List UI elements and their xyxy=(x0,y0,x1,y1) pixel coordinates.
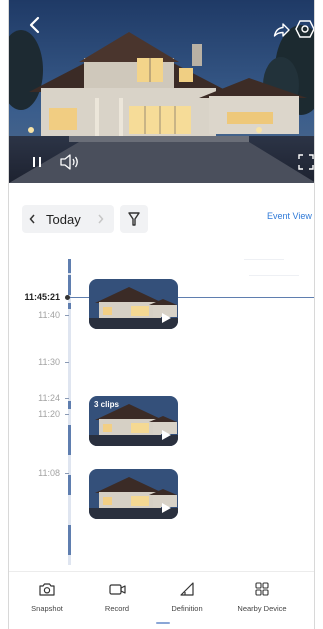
chevron-right-icon xyxy=(97,214,103,224)
next-day-button[interactable] xyxy=(90,205,110,233)
clip-thumbnail[interactable]: 3 clips xyxy=(89,396,178,446)
timeline-tick xyxy=(65,398,69,399)
snapshot-button[interactable]: Snapshot xyxy=(12,580,82,613)
app-frame: Today Event View 11:45:21 11:40 11:30 11… xyxy=(8,0,315,629)
timeline-tick xyxy=(65,315,69,316)
fullscreen-button[interactable] xyxy=(297,153,314,171)
clip-thumbnail[interactable] xyxy=(89,279,178,329)
event-timeline[interactable]: 11:45:21 11:40 11:30 11:24 11:20 11:08 3… xyxy=(9,253,314,571)
page-indicator xyxy=(156,622,170,624)
volume-icon xyxy=(60,154,78,170)
pause-button[interactable] xyxy=(29,154,45,170)
timeline-segment xyxy=(68,303,71,309)
previous-day-button[interactable] xyxy=(22,205,42,233)
video-record-icon xyxy=(108,580,126,598)
timeline-segment xyxy=(68,259,71,273)
timeline-tick xyxy=(65,362,69,363)
timeline-tick xyxy=(65,414,69,415)
definition-label: Definition xyxy=(171,604,203,613)
fullscreen-icon xyxy=(298,154,314,170)
divider xyxy=(249,275,299,276)
chevron-left-icon xyxy=(29,16,40,34)
nearby-device-label: Nearby Device xyxy=(237,604,287,613)
grid-icon xyxy=(253,580,271,598)
hexagon-gear-icon xyxy=(295,20,314,38)
play-icon xyxy=(162,430,171,440)
record-label: Record xyxy=(104,604,130,613)
time-label: 11:30 xyxy=(38,357,60,367)
timeline-segment xyxy=(68,475,71,495)
time-label: 11:24 xyxy=(38,393,60,403)
bottom-toolbar: Snapshot Record Definition Nearby Device xyxy=(9,571,314,629)
play-icon xyxy=(162,503,171,513)
date-navigation: Today Event View xyxy=(9,183,314,253)
time-label: 11:40 xyxy=(38,310,60,320)
divider xyxy=(244,259,284,260)
definition-button[interactable]: Definition xyxy=(152,580,222,613)
share-icon xyxy=(273,23,290,37)
timeline-segment xyxy=(68,401,71,409)
current-time-dot xyxy=(65,295,70,300)
camera-icon xyxy=(38,580,56,598)
settings-button[interactable] xyxy=(294,18,314,40)
chevron-left-icon xyxy=(29,214,35,224)
date-label[interactable]: Today xyxy=(42,212,90,227)
play-icon xyxy=(162,313,171,323)
clip-count-label: 3 clips xyxy=(94,400,119,409)
share-button[interactable] xyxy=(271,20,293,40)
live-video[interactable] xyxy=(9,0,314,183)
house-scene xyxy=(9,0,314,183)
volume-button[interactable] xyxy=(59,152,81,172)
filter-button[interactable] xyxy=(120,205,148,233)
pause-icon xyxy=(33,157,41,167)
timeline-segment xyxy=(68,425,71,455)
nearby-device-button[interactable]: Nearby Device xyxy=(227,580,297,613)
time-label: 11:20 xyxy=(38,409,60,419)
event-view-link[interactable]: Event View xyxy=(267,211,312,221)
timeline-tick xyxy=(65,473,69,474)
time-label: 11:08 xyxy=(38,468,60,478)
timeline-segment xyxy=(68,275,71,295)
clip-thumbnail[interactable] xyxy=(89,469,178,519)
record-button[interactable]: Record xyxy=(82,580,152,613)
back-button[interactable] xyxy=(23,14,45,36)
date-selector: Today xyxy=(22,205,114,233)
snapshot-label: Snapshot xyxy=(31,604,63,613)
current-time-label: 11:45:21 xyxy=(24,292,60,302)
timeline-segment xyxy=(68,525,71,555)
definition-icon xyxy=(178,580,196,598)
filter-icon xyxy=(128,212,140,226)
